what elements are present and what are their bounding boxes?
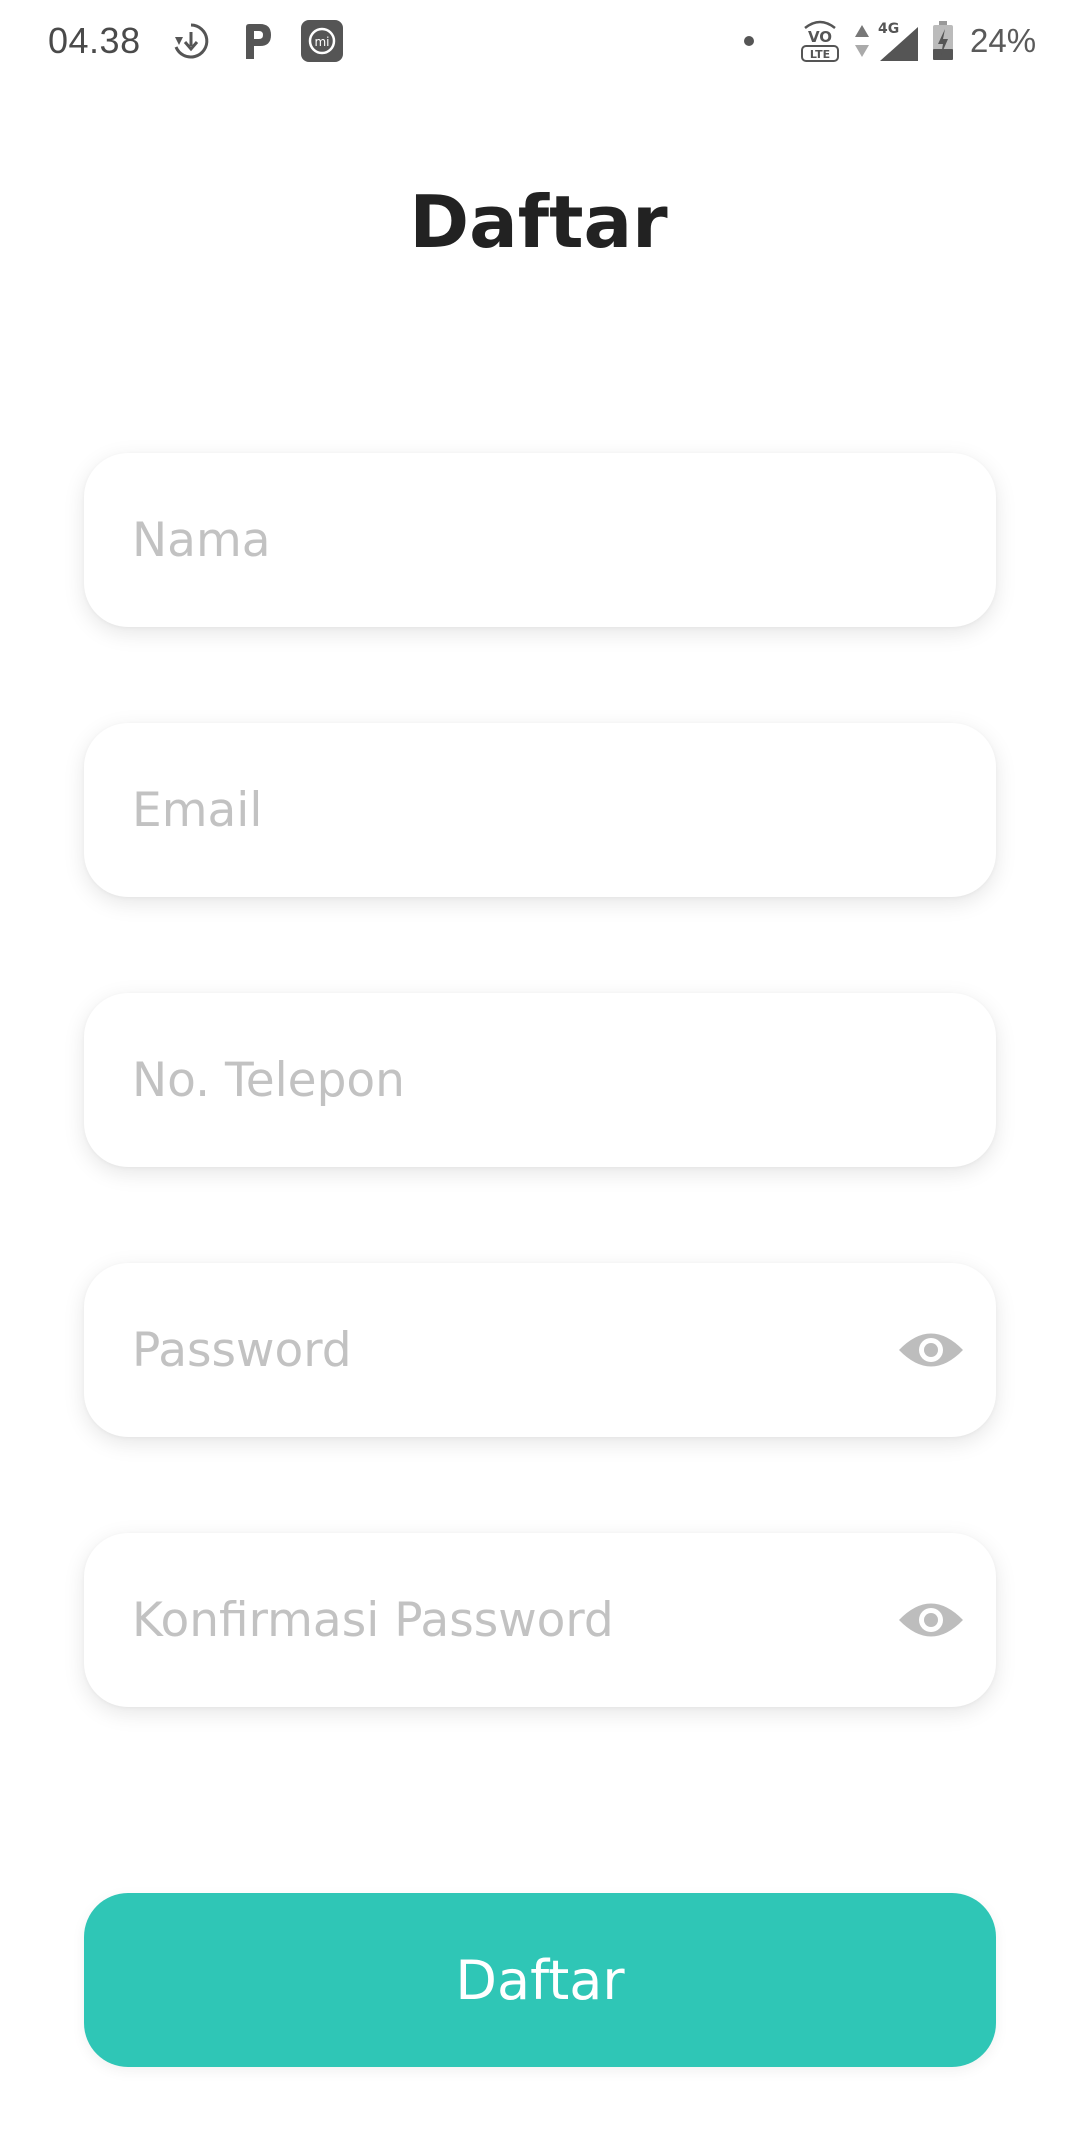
svg-text:mi: mi — [314, 35, 329, 49]
password-field[interactable]: Password — [84, 1263, 996, 1437]
register-button-label: Daftar — [455, 1948, 625, 2012]
svg-text:VO: VO — [808, 28, 832, 46]
register-button[interactable]: Daftar — [84, 1893, 996, 2067]
mi-app-icon: mi — [298, 18, 346, 64]
status-bar: 04.38 mi VO LTE 4G 24% — [0, 0, 1077, 84]
confirm-password-field[interactable]: Konfirmasi Password — [84, 1533, 996, 1707]
svg-text:LTE: LTE — [810, 48, 830, 61]
status-time: 04.38 — [48, 20, 141, 61]
phone-field[interactable]: No. Telepon — [84, 993, 996, 1167]
email-field[interactable]: Email — [84, 723, 996, 897]
battery-percent: 24% — [970, 22, 1037, 59]
dot-icon — [742, 18, 756, 64]
download-sync-icon — [168, 18, 214, 64]
page-title: Daftar — [409, 180, 668, 264]
data-arrows-icon — [852, 18, 872, 64]
name-field[interactable]: Nama — [84, 453, 996, 627]
volte-icon: VO LTE — [796, 18, 844, 64]
confirm-password-placeholder: Konfirmasi Password — [132, 1592, 614, 1648]
phone-placeholder: No. Telepon — [132, 1052, 405, 1108]
eye-icon[interactable] — [896, 1324, 966, 1376]
svg-text:4G: 4G — [878, 21, 899, 37]
signal-4g-icon: 4G — [876, 18, 922, 64]
password-placeholder: Password — [132, 1322, 352, 1378]
p-app-icon — [236, 18, 278, 64]
battery-charging-icon — [930, 18, 956, 64]
name-placeholder: Nama — [132, 512, 271, 568]
email-placeholder: Email — [132, 782, 263, 838]
eye-icon[interactable] — [896, 1594, 966, 1646]
